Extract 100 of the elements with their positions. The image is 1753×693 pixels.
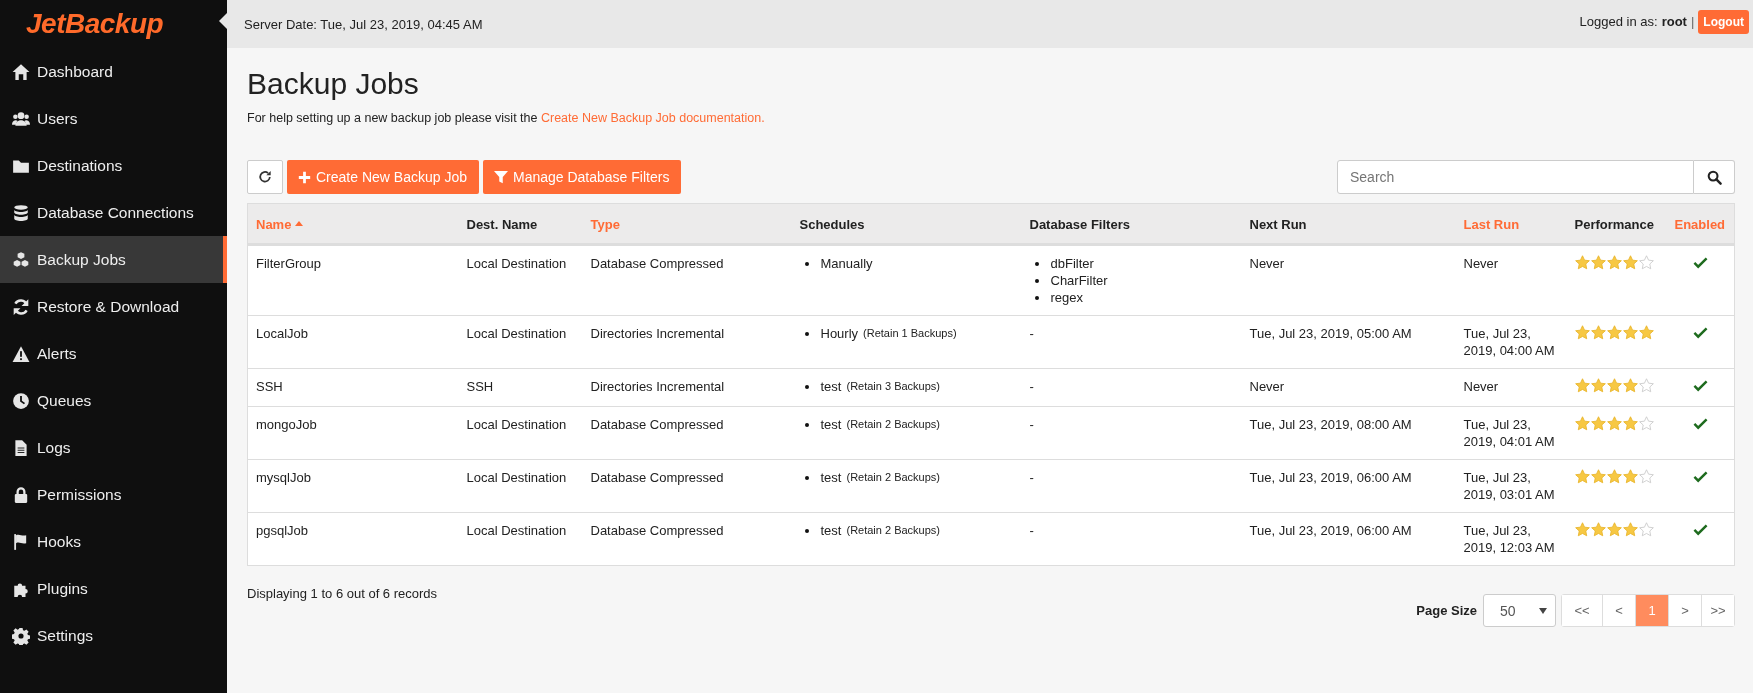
refresh-icon <box>258 170 272 184</box>
column-header: Schedules <box>791 203 1022 245</box>
sidebar-item[interactable]: Restore & Download <box>0 283 227 330</box>
job-name: pgsqlJob <box>256 523 309 538</box>
empty-value: - <box>1029 326 1034 341</box>
job-name: mongoJob <box>256 417 317 432</box>
schedule-name: test <box>820 416 842 433</box>
star-icon <box>1590 416 1606 431</box>
records-count: Displaying 1 to 6 out of 6 records <box>247 586 438 601</box>
column-header: Performance <box>1566 203 1667 245</box>
job-name: FilterGroup <box>256 256 322 271</box>
next-run: Tue, Jul 23, 2019, 08:00 AM <box>1249 417 1412 432</box>
filter-icon <box>493 170 508 184</box>
last-run: Tue, Jul 23, 2019, 03:01 AM <box>1463 470 1555 502</box>
server-date: Server Date: Tue, Jul 23, 2019, 04:45 AM <box>244 16 483 32</box>
star-icon <box>1638 522 1654 537</box>
sort-caret-icon <box>295 221 304 226</box>
bullet-icon <box>804 475 809 480</box>
search-button[interactable] <box>1694 160 1735 194</box>
filter-name: CharFilter <box>1050 272 1108 289</box>
sidebar-item[interactable]: Destinations <box>0 142 227 189</box>
bullet-icon <box>1034 295 1039 300</box>
page-size-select[interactable]: 50 <box>1483 594 1556 627</box>
retain-note: (Retain 3 Backups) <box>846 379 940 394</box>
star-icon <box>1606 469 1622 484</box>
job-type: Database Compressed <box>590 523 724 538</box>
destination-name: Local Destination <box>466 417 567 432</box>
bullet-icon <box>1034 278 1039 283</box>
filter-name: dbFilter <box>1050 255 1094 272</box>
bullet-icon <box>804 261 809 266</box>
column-header: Next Run <box>1241 203 1456 245</box>
file-icon <box>12 438 30 457</box>
logo[interactable]: JetBackup <box>26 8 164 40</box>
sidebar-item[interactable]: Dashboard <box>0 48 227 95</box>
last-run: Tue, Jul 23, 2019, 12:03 AM <box>1463 523 1555 555</box>
sidebar-item[interactable]: Backup Jobs <box>0 236 227 283</box>
search-field[interactable]: Search <box>1337 160 1694 194</box>
bullet-icon <box>804 528 809 533</box>
empty-value: - <box>1029 523 1034 538</box>
job-type: Directories Incremental <box>590 326 725 341</box>
last-run: Tue, Jul 23, 2019, 04:01 AM <box>1463 417 1555 449</box>
page-button[interactable]: >> <box>1701 595 1734 626</box>
star-icon <box>1574 469 1590 484</box>
empty-value: - <box>1029 379 1034 394</box>
star-icon <box>1638 325 1654 340</box>
schedule-name: Manually <box>820 255 873 272</box>
star-icon <box>1590 378 1606 393</box>
star-icon <box>1622 378 1638 393</box>
star-icon <box>1622 416 1638 431</box>
next-run: Tue, Jul 23, 2019, 06:00 AM <box>1249 523 1412 538</box>
plus-icon <box>298 170 311 184</box>
job-type: Database Compressed <box>590 470 724 485</box>
bullet-icon <box>804 422 809 427</box>
refresh-button[interactable] <box>247 160 283 194</box>
star-icon <box>1590 255 1606 270</box>
clock-icon <box>12 391 30 410</box>
bullet-icon <box>804 331 809 336</box>
next-run: Never <box>1249 379 1285 394</box>
bullet-icon <box>804 384 809 389</box>
column-header: Database Filters <box>1021 203 1242 245</box>
bullet-icon <box>1034 261 1039 266</box>
star-icon <box>1606 522 1622 537</box>
sidebar-item[interactable]: Queues <box>0 377 227 424</box>
help-text: For help setting up a new backup job please visit the Create New Backup Job documentation. <box>247 111 766 125</box>
star-icon <box>1622 325 1638 340</box>
sidebar-item[interactable]: Alerts <box>0 330 227 377</box>
next-run: Never <box>1249 256 1285 271</box>
search-icon <box>1706 169 1722 185</box>
sidebar-item[interactable]: Plugins <box>0 565 227 612</box>
separator: | <box>1690 14 1695 29</box>
star-icon <box>1638 416 1654 431</box>
star-icon <box>1638 378 1654 393</box>
sidebar-item[interactable]: Database Connections <box>0 189 227 236</box>
column-header: Dest. Name <box>458 203 583 245</box>
users-icon <box>12 109 30 128</box>
sidebar-item[interactable]: Logs <box>0 424 227 471</box>
database-icon <box>12 203 30 222</box>
destination-name: Local Destination <box>466 326 567 341</box>
sidebar-item[interactable]: Settings <box>0 612 227 659</box>
job-name: SSH <box>256 379 283 394</box>
user-name: root <box>1661 14 1687 29</box>
destination-name: Local Destination <box>466 523 567 538</box>
schedule-name: test <box>820 469 842 486</box>
job-type: Database Compressed <box>590 417 724 432</box>
star-icon <box>1574 325 1590 340</box>
sidebar-item[interactable]: Hooks <box>0 518 227 565</box>
refresh-icon <box>12 297 30 316</box>
star-icon <box>1574 522 1590 537</box>
user-label: Logged in as: <box>1579 14 1658 29</box>
sidebar-item[interactable]: Users <box>0 95 227 142</box>
job-type: Directories Incremental <box>590 379 725 394</box>
next-run: Tue, Jul 23, 2019, 06:00 AM <box>1249 470 1412 485</box>
destination-name: Local Destination <box>466 256 567 271</box>
job-name: mysqlJob <box>256 470 311 485</box>
empty-value: - <box>1029 470 1034 485</box>
gear-icon <box>12 626 30 645</box>
retain-note: (Retain 2 Backups) <box>846 523 940 538</box>
schedule-name: test <box>820 522 842 539</box>
sidebar-item[interactable]: Permissions <box>0 471 227 518</box>
star-icon <box>1590 469 1606 484</box>
